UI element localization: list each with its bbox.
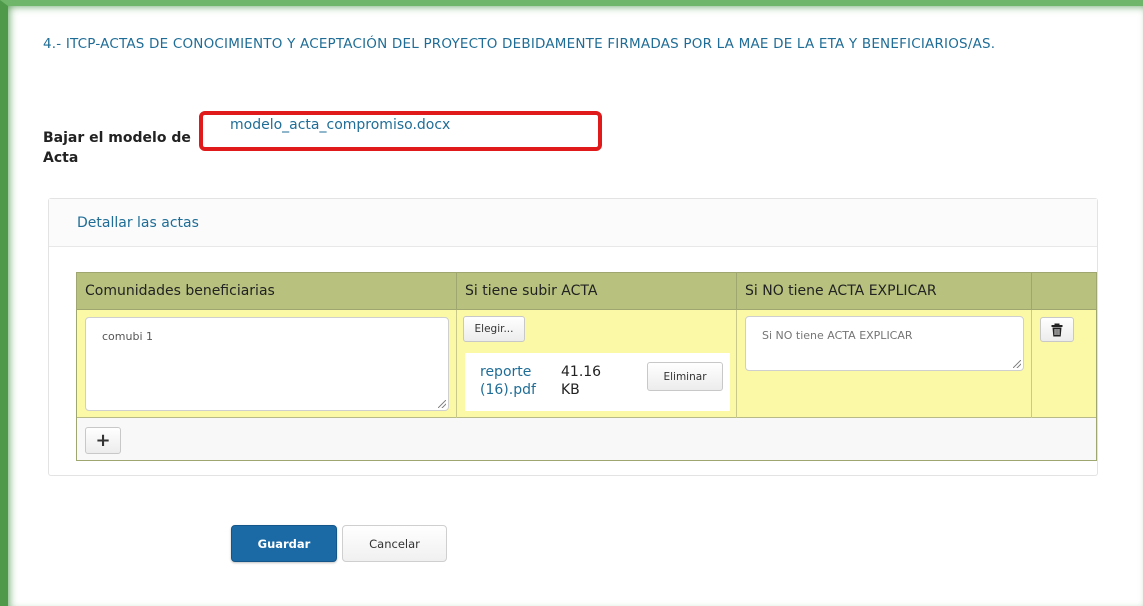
download-label: Bajar el modelo de Acta bbox=[43, 130, 191, 166]
community-textarea[interactable]: comubi 1 bbox=[85, 317, 449, 411]
table-row: comubi 1 Elegir... reporte (16).pdf 41.1… bbox=[77, 309, 1096, 418]
cell-explain bbox=[737, 310, 1032, 418]
cancel-button[interactable]: Cancelar bbox=[342, 525, 447, 562]
column-header-communities: Comunidades beneficiarias bbox=[77, 273, 457, 309]
cell-actions bbox=[1032, 310, 1096, 418]
plus-icon: + bbox=[95, 429, 111, 451]
uploaded-file: reporte (16).pdf 41.16 KB Eliminar bbox=[465, 353, 730, 411]
highlight-annotation bbox=[199, 111, 602, 151]
explain-textarea[interactable] bbox=[745, 316, 1024, 371]
save-button[interactable]: Guardar bbox=[231, 525, 337, 562]
trash-icon bbox=[1051, 323, 1063, 340]
choose-file-button[interactable]: Elegir... bbox=[463, 316, 525, 342]
file-size: 41.16 KB bbox=[561, 364, 602, 398]
uploaded-file-link[interactable]: reporte (16).pdf bbox=[480, 363, 550, 399]
delete-row-button[interactable] bbox=[1040, 317, 1074, 342]
table-header: Comunidades beneficiarias Si tiene subir… bbox=[77, 273, 1096, 309]
column-header-actions bbox=[1032, 273, 1096, 309]
section-title: 4.- ITCP-ACTAS DE CONOCIMIENTO Y ACEPTAC… bbox=[43, 36, 996, 52]
cell-community: comubi 1 bbox=[77, 310, 457, 418]
remove-file-button[interactable]: Eliminar bbox=[647, 362, 723, 391]
column-header-explain: Si NO tiene ACTA EXPLICAR bbox=[737, 273, 1032, 309]
actas-table: Comunidades beneficiarias Si tiene subir… bbox=[76, 272, 1097, 461]
cell-upload: Elegir... reporte (16).pdf 41.16 KB Elim… bbox=[457, 310, 737, 418]
panel-heading: Detallar las actas bbox=[49, 199, 1097, 247]
column-header-upload: Si tiene subir ACTA bbox=[457, 273, 737, 309]
add-row-button[interactable]: + bbox=[85, 427, 121, 454]
